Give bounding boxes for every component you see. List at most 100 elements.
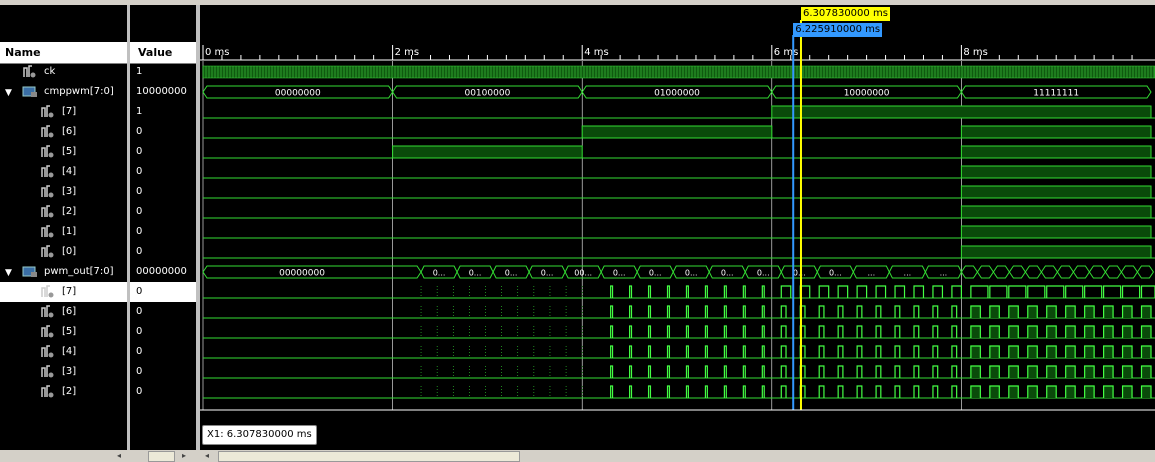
signal-row[interactable]: ▼ cmppwm[7:0] [0, 82, 127, 102]
pwm-fill [970, 326, 981, 338]
signal-row[interactable]: [5] [0, 322, 127, 342]
signal-row[interactable]: ▼ pwm_out[7:0] [0, 262, 127, 282]
signal-icon [40, 145, 54, 158]
horizontal-scrollbar[interactable]: ◂ ▸ ◂ [0, 450, 1155, 462]
signal-icon [40, 385, 54, 398]
pwm-fill [1065, 306, 1076, 318]
wave-scroll-left-icon[interactable]: ◂ [205, 451, 209, 460]
signal-row[interactable]: [2] [0, 382, 127, 402]
signal-name: [2] [62, 386, 77, 397]
bus-value: ... [940, 269, 948, 278]
cursor-readout: X1: 6.307830000 ms [202, 425, 317, 445]
bit-high [960, 145, 1152, 159]
signal-name: [4] [62, 166, 77, 177]
signal-row[interactable]: [2] [0, 202, 127, 222]
pwm-fill [1027, 346, 1038, 358]
signal-name: [5] [62, 146, 77, 157]
scroll-thumb-names[interactable] [148, 451, 175, 462]
signal-value: 0 [136, 306, 143, 317]
signal-row[interactable]: [7] [0, 102, 127, 122]
pwm-fill [1122, 346, 1133, 358]
pwm-fill [1122, 366, 1133, 378]
signal-icon [40, 205, 54, 218]
signal-value: 0 [136, 386, 143, 397]
signal-icon [40, 345, 54, 358]
signal-value: 1 [136, 66, 143, 77]
pwm-fill [989, 386, 1000, 398]
wave-scroll-thumb[interactable] [218, 451, 520, 462]
signal-name: [6] [62, 126, 77, 137]
signal-row[interactable]: [7] [0, 282, 127, 302]
signal-value: 0 [136, 326, 143, 337]
bus-value: 00000000 [275, 89, 321, 99]
bus-value: ... [868, 269, 876, 278]
bus-value: 00000000 [279, 269, 325, 279]
pwm-fill [989, 306, 1000, 318]
bus-value: 0... [829, 269, 842, 278]
signal-icon [40, 125, 54, 138]
signal-row[interactable]: [3] [0, 362, 127, 382]
signal-value: 0 [136, 146, 143, 157]
signal-row[interactable]: ck [0, 62, 127, 82]
secondary-cursor-label[interactable]: 6.225910000 ms [793, 23, 883, 37]
signal-row[interactable]: [6] [0, 122, 127, 142]
signal-name-panel: Name ck ▼ cmppwm[7:0] [7] [6] [5] [4] [3] [2] [1]… [0, 5, 127, 450]
pwm-fill [1122, 306, 1133, 318]
signal-value: 0 [130, 282, 196, 302]
signal-row[interactable]: [1] [0, 222, 127, 242]
pwm-fill [1008, 386, 1019, 398]
pwm-fill [1084, 366, 1095, 378]
bus-value: 00100000 [464, 89, 510, 99]
pwm-fill [1065, 346, 1076, 358]
signal-row[interactable]: [3] [0, 182, 127, 202]
signal-row[interactable]: [4] [0, 342, 127, 362]
signal-icon [40, 225, 54, 238]
signal-name: [1] [62, 226, 77, 237]
bit-high [581, 125, 773, 139]
pwm-fill [1103, 366, 1114, 378]
name-column-header[interactable]: Name [0, 42, 127, 64]
pwm-fill [1046, 386, 1057, 398]
bus-value: 11111111 [1033, 89, 1079, 99]
signal-row[interactable]: [4] [0, 162, 127, 182]
primary-cursor-label[interactable]: 6.307830000 ms [800, 7, 890, 21]
pwm-fill [1065, 326, 1076, 338]
scroll-right-icon[interactable]: ▸ [182, 451, 186, 460]
signal-value: 0 [136, 126, 143, 137]
signal-name: [5] [62, 326, 77, 337]
bit-high [771, 105, 1152, 119]
ruler-label: 8 ms [963, 47, 988, 58]
ruler-label: 4 ms [584, 47, 609, 58]
signal-value: 0 [136, 246, 143, 257]
pwm-fill [1084, 326, 1095, 338]
bit-high [960, 245, 1152, 259]
signal-icon [40, 365, 54, 378]
signal-icon [40, 305, 54, 318]
signal-icon [22, 265, 37, 278]
pwm-fill [989, 366, 1000, 378]
bus-value: 0... [757, 269, 770, 278]
pwm-fill [1027, 386, 1038, 398]
pwm-fill [970, 386, 981, 398]
value-column-header[interactable]: Value [130, 42, 196, 64]
pwm-fill [1103, 386, 1114, 398]
signal-icon [40, 245, 54, 258]
signal-value: 0 [136, 166, 143, 177]
bus-value: ... [904, 269, 912, 278]
expand-arrow-icon[interactable]: ▼ [5, 83, 12, 103]
signal-row[interactable]: [5] [0, 142, 127, 162]
waveform-canvas[interactable]: 0 ms 2 ms 4 ms 6 ms 8 ms 00000000 00100000 0100… [200, 5, 1155, 450]
scroll-left-icon[interactable]: ◂ [117, 451, 121, 460]
ruler-label: 6 ms [774, 47, 799, 58]
signal-row[interactable]: [6] [0, 302, 127, 322]
pwm-fill [1027, 326, 1038, 338]
signal-row[interactable]: [0] [0, 242, 127, 262]
pwm-fill [1046, 306, 1057, 318]
pwm-fill [1046, 346, 1057, 358]
expand-arrow-icon[interactable]: ▼ [5, 263, 12, 283]
bus-value: 0... [721, 269, 734, 278]
pwm-fill [1141, 306, 1151, 318]
pwm-fill [970, 366, 981, 378]
signal-value: 0 [136, 366, 143, 377]
pwm-fill [1046, 326, 1057, 338]
